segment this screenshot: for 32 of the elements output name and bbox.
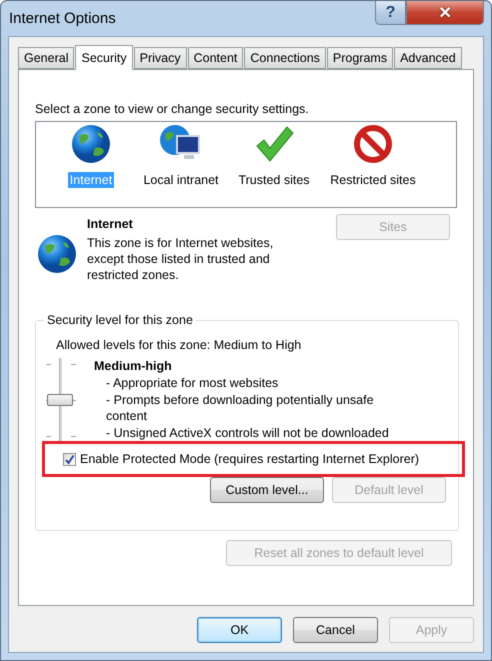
- window-title: Internet Options: [9, 10, 117, 27]
- level-detail: - Unsigned ActiveX controls will not be downloaded: [105, 425, 390, 441]
- tab[interactable]: Security: [75, 45, 133, 70]
- zone-item[interactable]: Restricted sites: [328, 172, 418, 188]
- no-entry-icon: [353, 124, 393, 164]
- allowed-levels: Allowed levels for this zone: Medium to High: [56, 338, 302, 353]
- level-detail: - Appropriate for most websites: [105, 375, 280, 391]
- zone-item[interactable]: Trusted sites: [236, 172, 312, 188]
- zone-prompt: Select a zone to view or change security settings.: [35, 102, 310, 117]
- dialog-button[interactable]: OK: [197, 617, 282, 643]
- slider-thumb[interactable]: [47, 394, 73, 406]
- zone-description: This zone is for Internet websites, except those listed in trusted and restricted zones.: [87, 235, 274, 283]
- checkmark-icon: [254, 124, 294, 164]
- close-button[interactable]: ✕: [406, 1, 484, 25]
- zone-globe-icon: [37, 234, 77, 274]
- checkbox-label: Enable Protected Mode (requires restarting Internet Explorer): [80, 452, 420, 467]
- checkbox[interactable]: [63, 453, 76, 466]
- tab[interactable]: General: [18, 47, 74, 69]
- level-detail: - Prompts before downloading potentially unsafe content: [105, 392, 375, 424]
- level-button[interactable]: Custom level...: [210, 477, 324, 503]
- tab[interactable]: Content: [188, 47, 244, 69]
- globe-icon: [71, 124, 111, 164]
- group-legend: Security level for this zone: [44, 313, 196, 328]
- dialog-button[interactable]: Cancel: [293, 617, 378, 643]
- tab[interactable]: Connections: [244, 47, 326, 69]
- help-button[interactable]: ?: [375, 1, 406, 25]
- zone-title: Internet: [87, 216, 134, 232]
- level-name: Medium-high: [94, 358, 173, 374]
- tab[interactable]: Programs: [326, 47, 394, 69]
- zone-item[interactable]: Local intranet: [141, 172, 221, 188]
- tab[interactable]: Privacy: [134, 47, 187, 69]
- tab[interactable]: Advanced: [394, 47, 462, 69]
